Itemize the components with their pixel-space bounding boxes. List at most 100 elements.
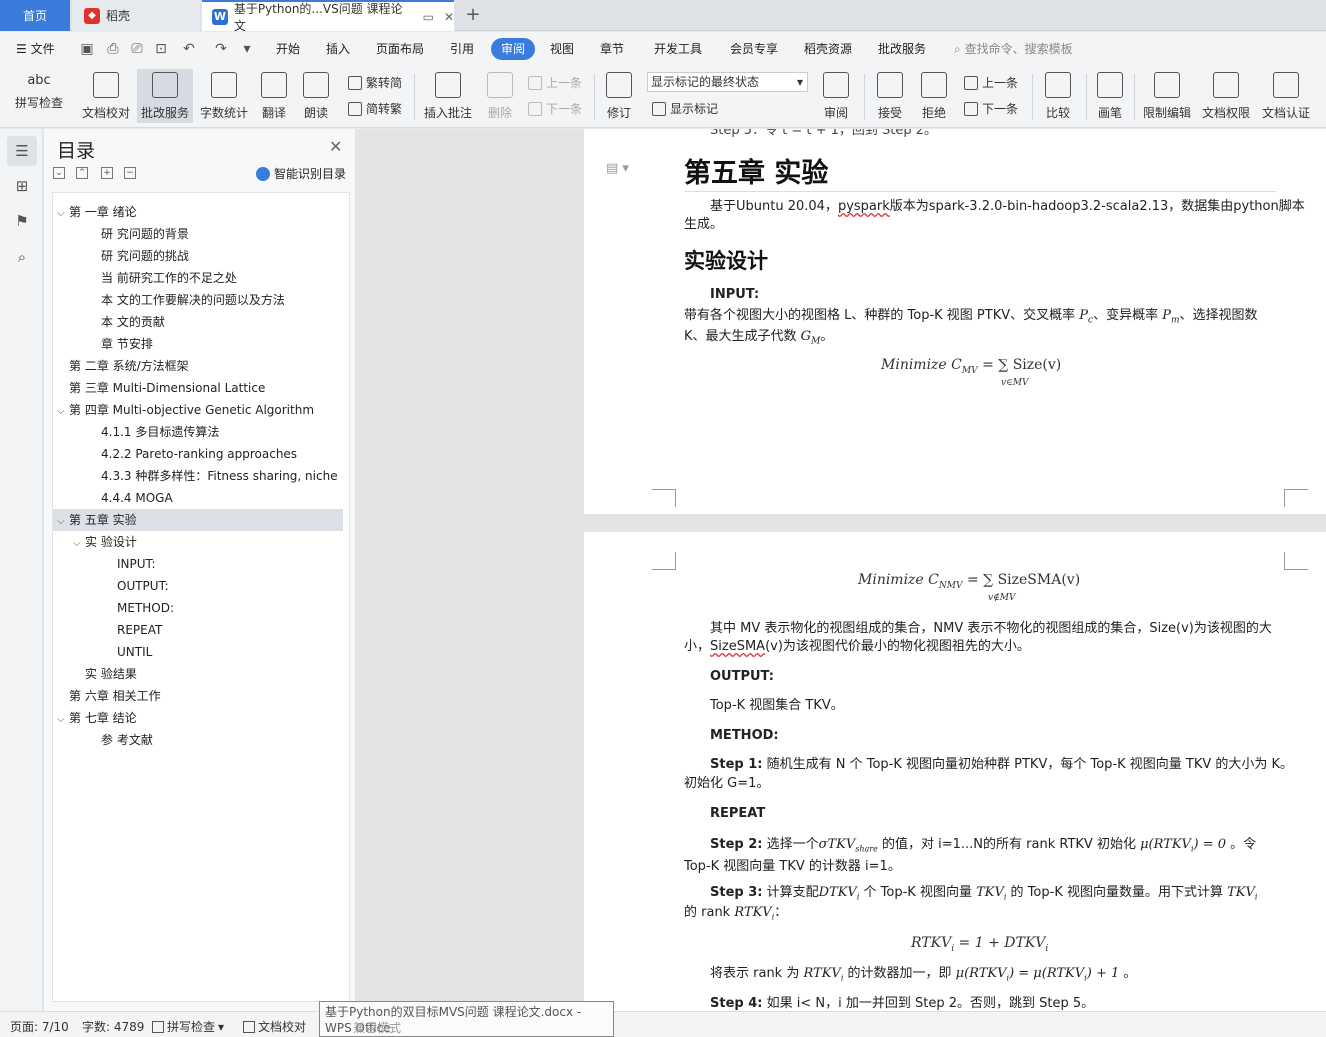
collapse-all-icon[interactable]: ⌄ xyxy=(53,167,65,179)
accept-button[interactable]: 接受 xyxy=(870,69,910,123)
restrict-edit-button[interactable]: 限制编辑 xyxy=(1140,69,1194,123)
export-pdf-icon[interactable]: ⎙ xyxy=(104,40,122,58)
doc-certify-button[interactable]: 文档认证 xyxy=(1258,69,1314,123)
chevron-down-icon[interactable]: ⌵ xyxy=(57,511,69,531)
status-spell-check[interactable]: 拼写检查 ▾ xyxy=(152,1018,224,1035)
word-count-button[interactable]: 字数统计 xyxy=(196,69,252,123)
next-comment-button[interactable]: 下一条 xyxy=(528,100,582,117)
menu-start[interactable]: 开始 xyxy=(270,38,306,60)
close-tab-icon[interactable]: ✕ xyxy=(444,10,454,24)
expand-all-icon[interactable]: ⌃ xyxy=(76,167,88,179)
toc-item[interactable]: 本 文的工作要解决的问题以及方法 xyxy=(53,289,343,311)
toc-item[interactable]: 研 究问题的背景 xyxy=(53,223,343,245)
smart-toc-button[interactable]: 智能识别目录 xyxy=(256,165,346,182)
toc-item[interactable]: ⌵ 第 一章 绪论 xyxy=(53,201,343,223)
toc-item[interactable]: 第 三章 Multi-Dimensional Lattice xyxy=(53,377,343,399)
toc-item[interactable]: ⌵ 实 验设计 xyxy=(53,531,343,553)
toc-item[interactable]: 本 文的贡献 xyxy=(53,311,343,333)
chapter-nav-icon[interactable]: ⊞ xyxy=(7,171,37,201)
menu-view[interactable]: 视图 xyxy=(544,38,580,60)
save-icon[interactable]: ▣ xyxy=(78,40,96,58)
toc-item[interactable]: ⌵ 第 五章 实验 xyxy=(53,509,343,531)
tab-daoke[interactable]: ◆ 稻壳 xyxy=(72,0,200,31)
toc-item[interactable]: 4.1.1 多目标遗传算法 xyxy=(53,421,343,443)
toc-item[interactable]: 4.4.4 MOGA xyxy=(53,487,343,509)
toc-item[interactable]: UNTIL xyxy=(53,641,343,663)
toc-panel-icon[interactable]: ☰ xyxy=(7,136,37,166)
spell-check-button[interactable]: abc 拼写检查 xyxy=(8,69,70,123)
menu-insert[interactable]: 插入 xyxy=(320,38,356,60)
toc-item[interactable]: 第 六章 相关工作 xyxy=(53,685,343,707)
review-pane-button[interactable]: 审阅 xyxy=(816,69,856,123)
toc-item[interactable]: 参 考文献 xyxy=(53,729,343,751)
track-changes-button[interactable]: 修订 xyxy=(600,69,638,123)
reject-button[interactable]: 拒绝 xyxy=(914,69,954,123)
show-markup-button[interactable]: 显示标记 xyxy=(652,100,718,117)
command-search[interactable]: ⌕ 查找命令、搜索模板 xyxy=(954,40,1073,57)
menu-member[interactable]: 会员专享 xyxy=(724,38,784,60)
prev-change-button[interactable]: 上一条 xyxy=(964,74,1018,91)
prev-comment-button[interactable]: 上一条 xyxy=(528,74,582,91)
trad-to-simp-button[interactable]: 繁转简 xyxy=(348,74,402,91)
chevron-down-icon[interactable]: ⌵ xyxy=(57,203,69,223)
file-menu[interactable]: ☰ 文件 xyxy=(10,38,61,60)
page-options-icon[interactable]: ▤ ▾ xyxy=(606,161,629,176)
env-line-2: 生成。 xyxy=(684,217,724,232)
status-proofread[interactable]: 文档校对 xyxy=(243,1018,306,1035)
document-page[interactable]: Minimize CNMV = ∑ SizeSMA(v) v∉MV 其中 MV … xyxy=(584,532,1326,1011)
chevron-down-icon[interactable]: ⌵ xyxy=(57,401,69,421)
toc-item[interactable]: REPEAT xyxy=(53,619,343,641)
menu-grading[interactable]: 批改服务 xyxy=(872,38,932,60)
toc-item[interactable]: ⌵ 第 七章 结论 xyxy=(53,707,343,729)
toc-item[interactable]: ⌵ 第 四章 Multi-objective Genetic Algorithm xyxy=(53,399,343,421)
chevron-down-icon[interactable]: ⌵ xyxy=(73,533,85,553)
find-icon[interactable]: ⌕ xyxy=(7,242,37,272)
remove-level-icon[interactable]: − xyxy=(124,167,136,179)
insert-comment-button[interactable]: 插入批注 xyxy=(422,69,474,123)
tab-document[interactable]: W 基于Python的...VS问题 课程论文 ▭ ✕ xyxy=(202,0,454,33)
toc-item[interactable]: 4.2.2 Pareto-ranking approaches xyxy=(53,443,343,465)
pen-button[interactable]: 画笔 xyxy=(1092,69,1128,123)
page-indicator[interactable]: 页面: 7/10 xyxy=(10,1018,69,1035)
read-aloud-button[interactable]: 朗读 xyxy=(298,69,334,123)
translate-button[interactable]: 翻译 xyxy=(256,69,292,123)
new-tab-button[interactable]: + xyxy=(462,4,484,26)
toc-item[interactable]: 第 二章 系统/方法框架 xyxy=(53,355,343,377)
toc-item[interactable]: 章 节安排 xyxy=(53,333,343,355)
doc-permission-button[interactable]: 文档权限 xyxy=(1198,69,1254,123)
menu-developer[interactable]: 开发工具 xyxy=(648,38,708,60)
next-change-button[interactable]: 下一条 xyxy=(964,100,1018,117)
menu-daoke-resources[interactable]: 稻壳资源 xyxy=(798,38,858,60)
tab-home[interactable]: 首页 xyxy=(0,0,70,31)
close-icon[interactable]: ✕ xyxy=(329,137,342,156)
customize-dropdown-icon[interactable]: ▾ xyxy=(238,40,256,58)
toc-item[interactable]: 实 验结果 xyxy=(53,663,343,685)
toc-item[interactable]: 4.3.3 种群多样性：Fitness sharing, niche xyxy=(53,465,343,487)
redo-icon[interactable]: ↷ xyxy=(212,40,230,58)
print-preview-icon[interactable]: ⊡ xyxy=(152,40,170,58)
menu-references[interactable]: 引用 xyxy=(444,38,480,60)
menu-review[interactable]: 审阅 xyxy=(491,38,536,60)
add-level-icon[interactable]: + xyxy=(101,167,113,179)
document-area[interactable]: Step 5：令 t = t + 1，回到 Step 2。 ▤ ▾ 第五章 实验… xyxy=(357,129,1326,1011)
menu-page-layout[interactable]: 页面布局 xyxy=(370,38,430,60)
word-count[interactable]: 字数: 4789 xyxy=(82,1018,144,1035)
grading-service-button[interactable]: 批改服务 xyxy=(137,69,193,123)
markup-state-select[interactable]: 显示标记的最终状态 ▾ xyxy=(647,72,808,92)
bookmark-icon[interactable]: ⚑ xyxy=(7,206,37,236)
window-icon[interactable]: ▭ xyxy=(423,10,434,24)
document-page[interactable]: Step 5：令 t = t + 1，回到 Step 2。 ▤ ▾ 第五章 实验… xyxy=(584,129,1326,514)
toc-item[interactable]: OUTPUT: xyxy=(53,575,343,597)
delete-comment-button[interactable]: 删除 xyxy=(480,69,520,123)
chevron-down-icon[interactable]: ⌵ xyxy=(57,709,69,729)
compare-button[interactable]: 比较 xyxy=(1038,69,1078,123)
toc-item[interactable]: 研 究问题的挑战 xyxy=(53,245,343,267)
proofread-button[interactable]: 文档校对 xyxy=(78,69,134,123)
toc-item[interactable]: METHOD: xyxy=(53,597,343,619)
undo-icon[interactable]: ↶ xyxy=(180,40,198,58)
menu-chapter[interactable]: 章节 xyxy=(594,38,630,60)
toc-item[interactable]: INPUT: xyxy=(53,553,343,575)
print-icon[interactable]: ⎚ xyxy=(128,40,146,58)
simp-to-trad-button[interactable]: 简转繁 xyxy=(348,100,402,117)
toc-item[interactable]: 当 前研究工作的不足之处 xyxy=(53,267,343,289)
